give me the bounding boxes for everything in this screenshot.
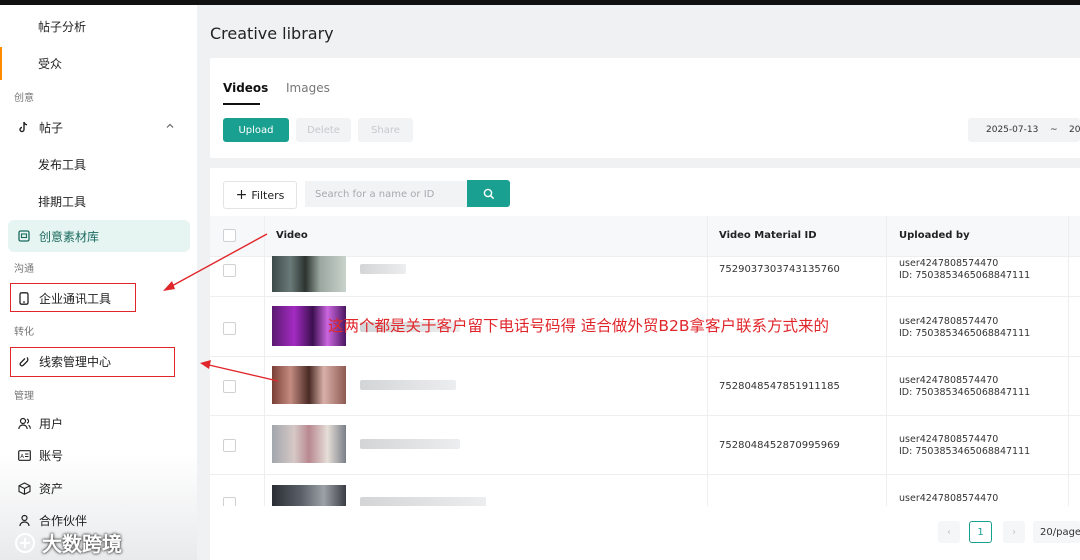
- annotation-arrows: [163, 233, 279, 382]
- arrowhead: [163, 281, 175, 291]
- annotation-arrow: [169, 233, 268, 288]
- annotation-arrow: [208, 364, 279, 382]
- watermark-text: 大数跨境: [42, 532, 122, 556]
- arrowhead: [200, 360, 211, 369]
- watermark: 大数跨境: [14, 528, 122, 557]
- watermark-logo-icon: [15, 532, 35, 553]
